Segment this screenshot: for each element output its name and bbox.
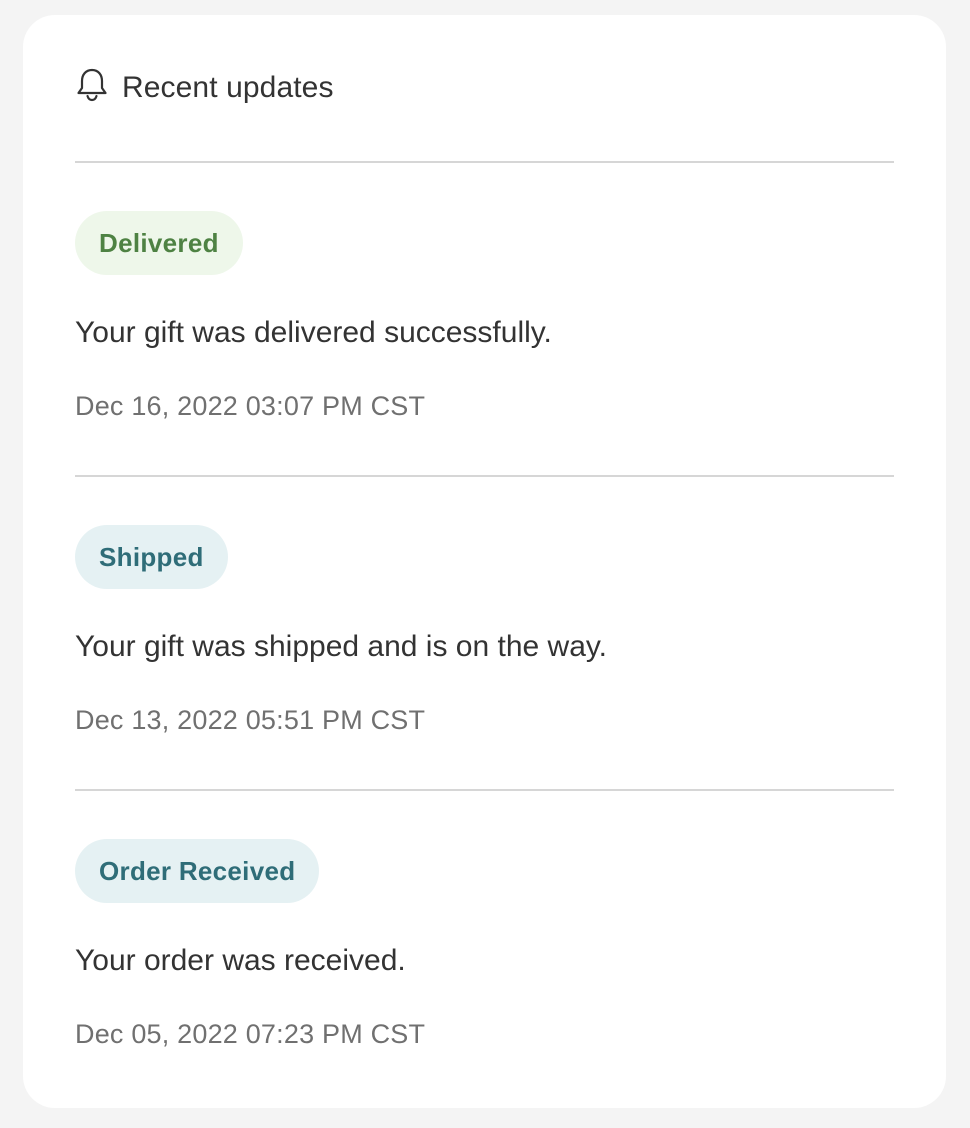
recent-updates-header: Recent updates xyxy=(75,15,894,163)
status-badge-order-received: Order Received xyxy=(75,839,320,903)
update-item: Order Received Your order was received. … xyxy=(75,791,894,1105)
update-message: Your gift was delivered successfully. xyxy=(75,316,552,349)
update-item: Shipped Your gift was shipped and is on … xyxy=(75,477,894,791)
status-badge-shipped: Shipped xyxy=(75,525,228,589)
update-message: Your gift was shipped and is on the way. xyxy=(75,630,608,663)
status-badge-delivered: Delivered xyxy=(75,211,243,275)
update-timestamp: Dec 13, 2022 05:51 PM CST xyxy=(75,705,426,735)
header-content: Recent updates xyxy=(75,68,334,105)
update-timestamp: Dec 16, 2022 03:07 PM CST xyxy=(75,391,426,421)
recent-updates-card: Recent updates Delivered Your gift was d… xyxy=(23,15,946,1108)
page-title: Recent updates xyxy=(122,70,334,104)
update-message: Your order was received. xyxy=(75,944,406,977)
update-item: Delivered Your gift was delivered succes… xyxy=(75,163,894,477)
bell-icon xyxy=(75,67,109,103)
update-timestamp: Dec 05, 2022 07:23 PM CST xyxy=(75,1019,426,1049)
